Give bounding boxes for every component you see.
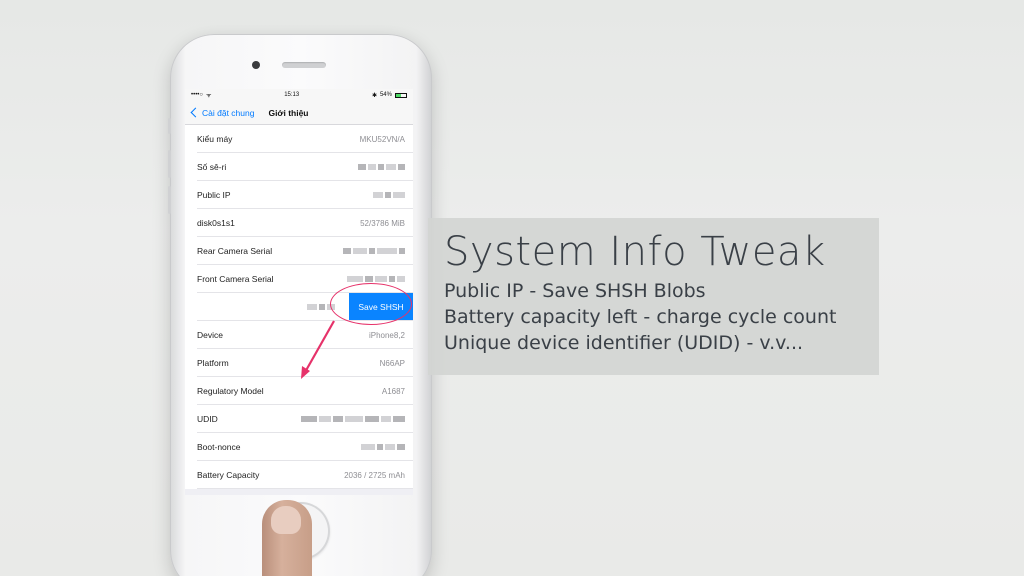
- row-boot-nonce: Boot-nonce: [185, 433, 413, 461]
- back-label: Cài đặt chung: [202, 107, 255, 118]
- row-label: Boot-nonce: [197, 442, 241, 452]
- feature-overlay: System Info Tweak Public IP - Save SHSH …: [428, 218, 879, 375]
- battery-icon: [394, 92, 407, 98]
- status-bar: ••••○ ᯤ 15:13 ✱ 54%: [185, 89, 413, 101]
- redacted-value: [299, 414, 405, 424]
- row-disk: disk0s1s1 52/3786 MiB: [185, 209, 413, 237]
- battery-percent: 54%: [379, 92, 392, 98]
- row-model: Kiểu máy MKU52VN/A: [185, 125, 413, 153]
- row-udid: UDID: [185, 405, 413, 433]
- status-time: 15:13: [284, 92, 300, 98]
- redacted-value: [359, 442, 405, 452]
- row-value: MKU52VN/A: [359, 134, 405, 144]
- chevron-left-icon: [190, 107, 201, 118]
- row-label: Device: [197, 330, 223, 340]
- row-serial: Số sê-ri: [185, 153, 413, 181]
- finger: [262, 500, 312, 576]
- row-label: Platform: [197, 358, 229, 368]
- bluetooth-icon: ✱: [371, 92, 377, 99]
- overlay-title: System Info Tweak: [444, 229, 826, 275]
- row-label: UDID: [197, 414, 218, 424]
- volume-up-button: [168, 150, 171, 178]
- row-rear-camera-serial: Rear Camera Serial: [185, 237, 413, 265]
- row-regulatory-model: Regulatory Model A1687: [185, 377, 413, 405]
- row-value: 2036 / 2725 mAh: [344, 470, 405, 480]
- row-label: disk0s1s1: [197, 218, 235, 228]
- mute-switch: [168, 118, 171, 134]
- row-label: Front Camera Serial: [197, 274, 274, 284]
- navigation-bar: Cài đặt chung Giới thiệu: [185, 101, 413, 125]
- earpiece-speaker: [282, 62, 326, 68]
- overlay-line: Unique device identifier (UDID) - v.v...: [444, 332, 804, 354]
- redacted-value: [341, 246, 405, 256]
- row-value: N66AP: [379, 358, 405, 368]
- row-label: Số sê-ri: [197, 162, 227, 172]
- annotation-circle: [330, 283, 412, 325]
- overlay-line: Battery capacity left - charge cycle cou…: [444, 306, 837, 328]
- row-label: Kiểu máy: [197, 134, 233, 144]
- wifi-icon: ᯤ: [206, 93, 212, 99]
- row-value: 52/3786 MiB: [360, 218, 405, 228]
- signal-icon: ••••○: [191, 92, 204, 98]
- row-label: Regulatory Model: [197, 386, 264, 396]
- redacted-value: [356, 162, 405, 172]
- volume-down-button: [168, 186, 171, 214]
- row-value: A1687: [381, 386, 405, 396]
- row-public-ip: Public IP: [185, 181, 413, 209]
- row-label: Public IP: [197, 190, 231, 200]
- fingernail: [271, 506, 301, 534]
- row-battery-capacity: Battery Capacity 2036 / 2725 mAh: [185, 461, 413, 489]
- front-camera: [252, 61, 260, 69]
- back-button[interactable]: Cài đặt chung: [190, 107, 255, 118]
- annotation-arrow-icon: [301, 320, 335, 379]
- redacted-value: [371, 190, 405, 200]
- row-label: Rear Camera Serial: [197, 246, 273, 256]
- overlay-line: Public IP - Save SHSH Blobs: [444, 280, 706, 302]
- row-label: Battery Capacity: [197, 470, 260, 480]
- page-title: Giới thiệu: [268, 107, 309, 118]
- row-value: iPhone8,2: [368, 330, 405, 340]
